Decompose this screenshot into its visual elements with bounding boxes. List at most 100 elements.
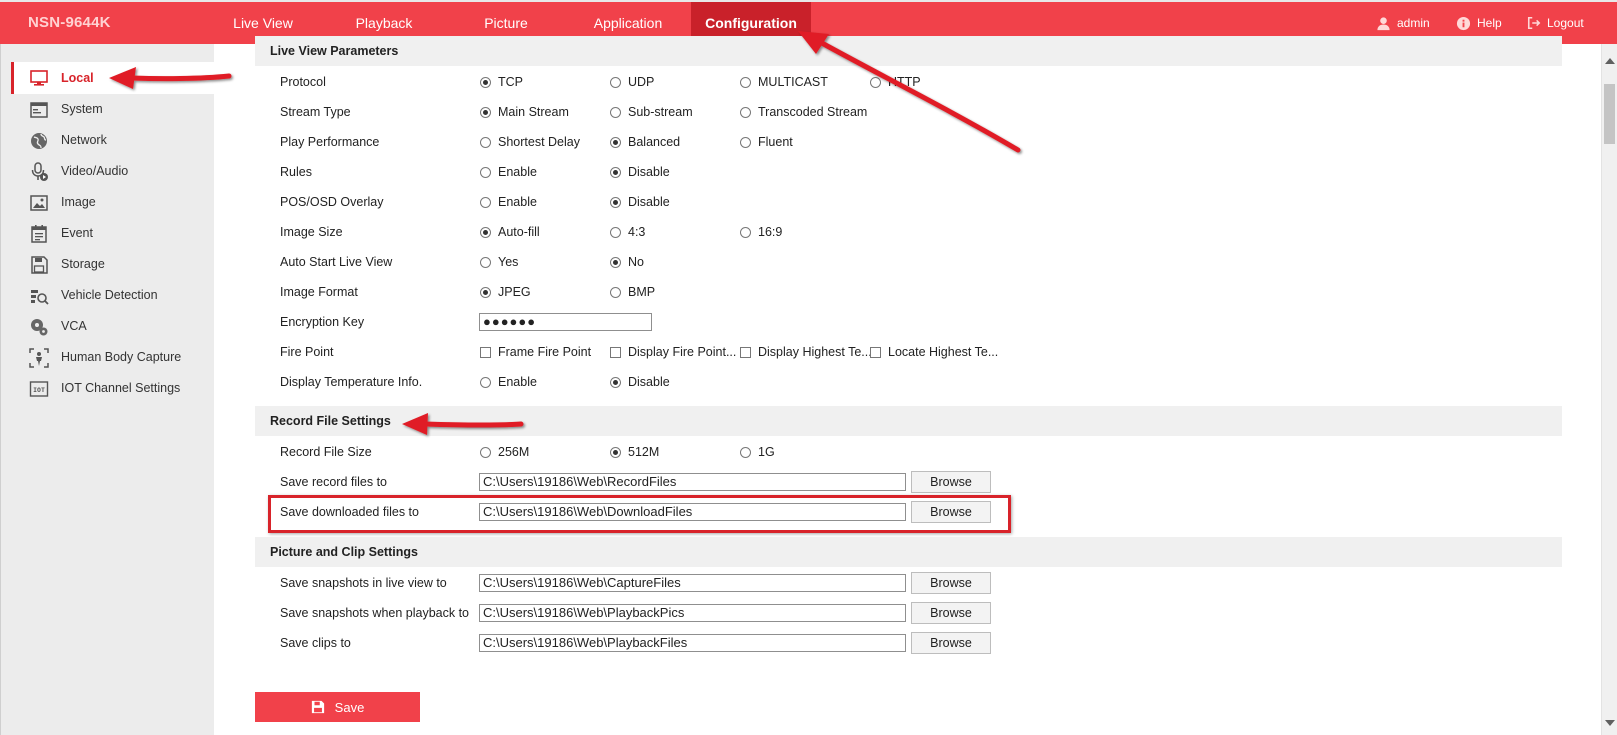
scroll-thumb[interactable] <box>1604 84 1615 144</box>
protocol-tcp-radio[interactable]: TCP <box>480 75 523 89</box>
protocol-http-radio[interactable]: HTTP <box>870 75 921 89</box>
protocol-udp-radio[interactable]: UDP <box>610 75 654 89</box>
floppy-icon <box>31 256 48 274</box>
pos-osd-enable-radio[interactable]: Enable <box>480 195 537 209</box>
record-path-input[interactable]: C:\Users\19186\Web\RecordFiles <box>479 473 906 491</box>
scroll-up-arrow-icon[interactable] <box>1605 58 1615 64</box>
radio-icon <box>740 136 751 148</box>
option-label: Main Stream <box>498 105 569 119</box>
sidebar-item-image[interactable]: Image <box>11 187 229 217</box>
snap-playback-label: Save snapshots when playback to <box>280 606 470 620</box>
stream-main-radio[interactable]: Main Stream <box>480 105 569 119</box>
sidebar-item-label: Vehicle Detection <box>61 288 158 302</box>
display-fire-point-checkbox[interactable]: Display Fire Point... <box>610 345 736 359</box>
option-label: BMP <box>628 285 656 299</box>
snapshot-live-browse-button[interactable]: Browse <box>911 572 991 594</box>
image-format-jpeg-radio[interactable]: JPEG <box>480 285 531 299</box>
radio-icon <box>870 76 881 88</box>
image-size-4-3-radio[interactable]: 4:3 <box>610 225 645 239</box>
image-size-label: Image Size <box>280 225 343 239</box>
radio-icon <box>480 226 491 238</box>
clips-browse-button[interactable]: Browse <box>911 632 991 654</box>
sidebar-item-network[interactable]: Network <box>11 125 229 155</box>
sidebar-item-video-audio[interactable]: Video/Audio <box>11 156 229 186</box>
option-label: Transcoded Stream <box>758 105 868 119</box>
section-record-file-settings: Record File Settings <box>255 406 1562 436</box>
auto-start-label: Auto Start Live View <box>280 255 393 269</box>
protocol-multicast-radio[interactable]: MULTICAST <box>740 75 828 89</box>
record-browse-button[interactable]: Browse <box>911 471 991 493</box>
option-label: MULTICAST <box>758 75 828 89</box>
locate-highest-temp-checkbox[interactable]: Locate Highest Te... <box>870 345 998 359</box>
option-label: Display Highest Te... <box>758 345 872 359</box>
radio-icon <box>610 256 621 268</box>
vca-gear-icon <box>31 319 48 336</box>
sidebar-item-system[interactable]: System <box>11 94 229 124</box>
checkbox-icon <box>870 346 881 358</box>
option-label: Display Fire Point... <box>628 345 737 359</box>
record-file-size-label: Record File Size <box>280 445 372 459</box>
save-record-label: Save record files to <box>280 475 387 489</box>
option-label: Sub-stream <box>628 105 693 119</box>
sidebar-item-vca[interactable]: VCA <box>11 311 229 341</box>
record-size-1g-radio[interactable]: 1G <box>740 445 775 459</box>
auto-start-no-radio[interactable]: No <box>610 255 644 269</box>
rules-label: Rules <box>280 165 312 179</box>
option-label: Locate Highest Te... <box>888 345 999 359</box>
image-size-16-9-radio[interactable]: 16:9 <box>740 225 782 239</box>
snapshot-playback-browse-button[interactable]: Browse <box>911 602 991 624</box>
sidebar-item-label: IOT Channel Settings <box>61 381 181 395</box>
image-format-bmp-radio[interactable]: BMP <box>610 285 655 299</box>
image-size-autofill-radio[interactable]: Auto-fill <box>480 225 540 239</box>
pos-osd-label: POS/OSD Overlay <box>280 195 384 209</box>
encryption-key-input[interactable]: ●●●●●● <box>479 313 652 331</box>
radio-icon <box>610 286 621 298</box>
option-label: Fluent <box>758 135 793 149</box>
body-capture-icon <box>29 348 49 368</box>
sidebar-item-local[interactable]: Local <box>11 62 229 94</box>
auto-start-yes-radio[interactable]: Yes <box>480 255 518 269</box>
snapshot-live-path-input[interactable]: C:\Users\19186\Web\CaptureFiles <box>479 574 906 592</box>
frame-fire-point-checkbox[interactable]: Frame Fire Point <box>480 345 591 359</box>
radio-icon <box>610 226 621 238</box>
snap-live-label: Save snapshots in live view to <box>280 576 447 590</box>
record-size-512m-radio[interactable]: 512M <box>610 445 659 459</box>
vertical-scrollbar[interactable] <box>1601 44 1617 735</box>
scroll-down-arrow-icon[interactable] <box>1605 720 1615 726</box>
sidebar-item-event[interactable]: Event <box>11 218 229 248</box>
display-temp-label: Display Temperature Info. <box>280 375 423 389</box>
option-label: 1G <box>758 445 775 459</box>
sidebar-item-human-body-capture[interactable]: Human Body Capture <box>11 342 229 372</box>
radio-icon <box>480 196 491 208</box>
stream-transcoded-radio[interactable]: Transcoded Stream <box>740 105 867 119</box>
performance-shortest-delay-radio[interactable]: Shortest Delay <box>480 135 580 149</box>
record-size-256m-radio[interactable]: 256M <box>480 445 529 459</box>
radio-icon <box>610 196 621 208</box>
display-temp-disable-radio[interactable]: Disable <box>610 375 670 389</box>
sidebar-item-iot-channel-settings[interactable]: IOT IOT Channel Settings <box>11 373 229 403</box>
option-label: HTTP <box>888 75 921 89</box>
snapshot-playback-path-input[interactable]: C:\Users\19186\Web\PlaybackPics <box>479 604 906 622</box>
option-label: No <box>628 255 644 269</box>
save-label: Save <box>334 699 365 715</box>
radio-icon <box>480 376 491 388</box>
rules-disable-radio[interactable]: Disable <box>610 165 670 179</box>
clips-path-input[interactable]: C:\Users\19186\Web\PlaybackFiles <box>479 634 906 652</box>
rules-enable-radio[interactable]: Enable <box>480 165 537 179</box>
stream-sub-radio[interactable]: Sub-stream <box>610 105 693 119</box>
section-live-view-parameters: Live View Parameters <box>255 36 1562 66</box>
sidebar-item-vehicle-detection[interactable]: Vehicle Detection <box>11 280 229 310</box>
vehicle-search-icon <box>31 290 49 305</box>
pos-osd-disable-radio[interactable]: Disable <box>610 195 670 209</box>
sidebar-item-storage[interactable]: Storage <box>11 249 229 279</box>
display-highest-temp-checkbox[interactable]: Display Highest Te... <box>740 345 872 359</box>
checkbox-icon <box>740 346 751 358</box>
option-label: 16:9 <box>758 225 783 239</box>
option-label: Disable <box>628 375 670 389</box>
sidebar-item-label: System <box>61 102 103 116</box>
performance-balanced-radio[interactable]: Balanced <box>610 135 680 149</box>
display-temp-enable-radio[interactable]: Enable <box>480 375 537 389</box>
radio-icon <box>740 76 751 88</box>
performance-fluent-radio[interactable]: Fluent <box>740 135 793 149</box>
save-button[interactable]: Save <box>255 692 420 722</box>
